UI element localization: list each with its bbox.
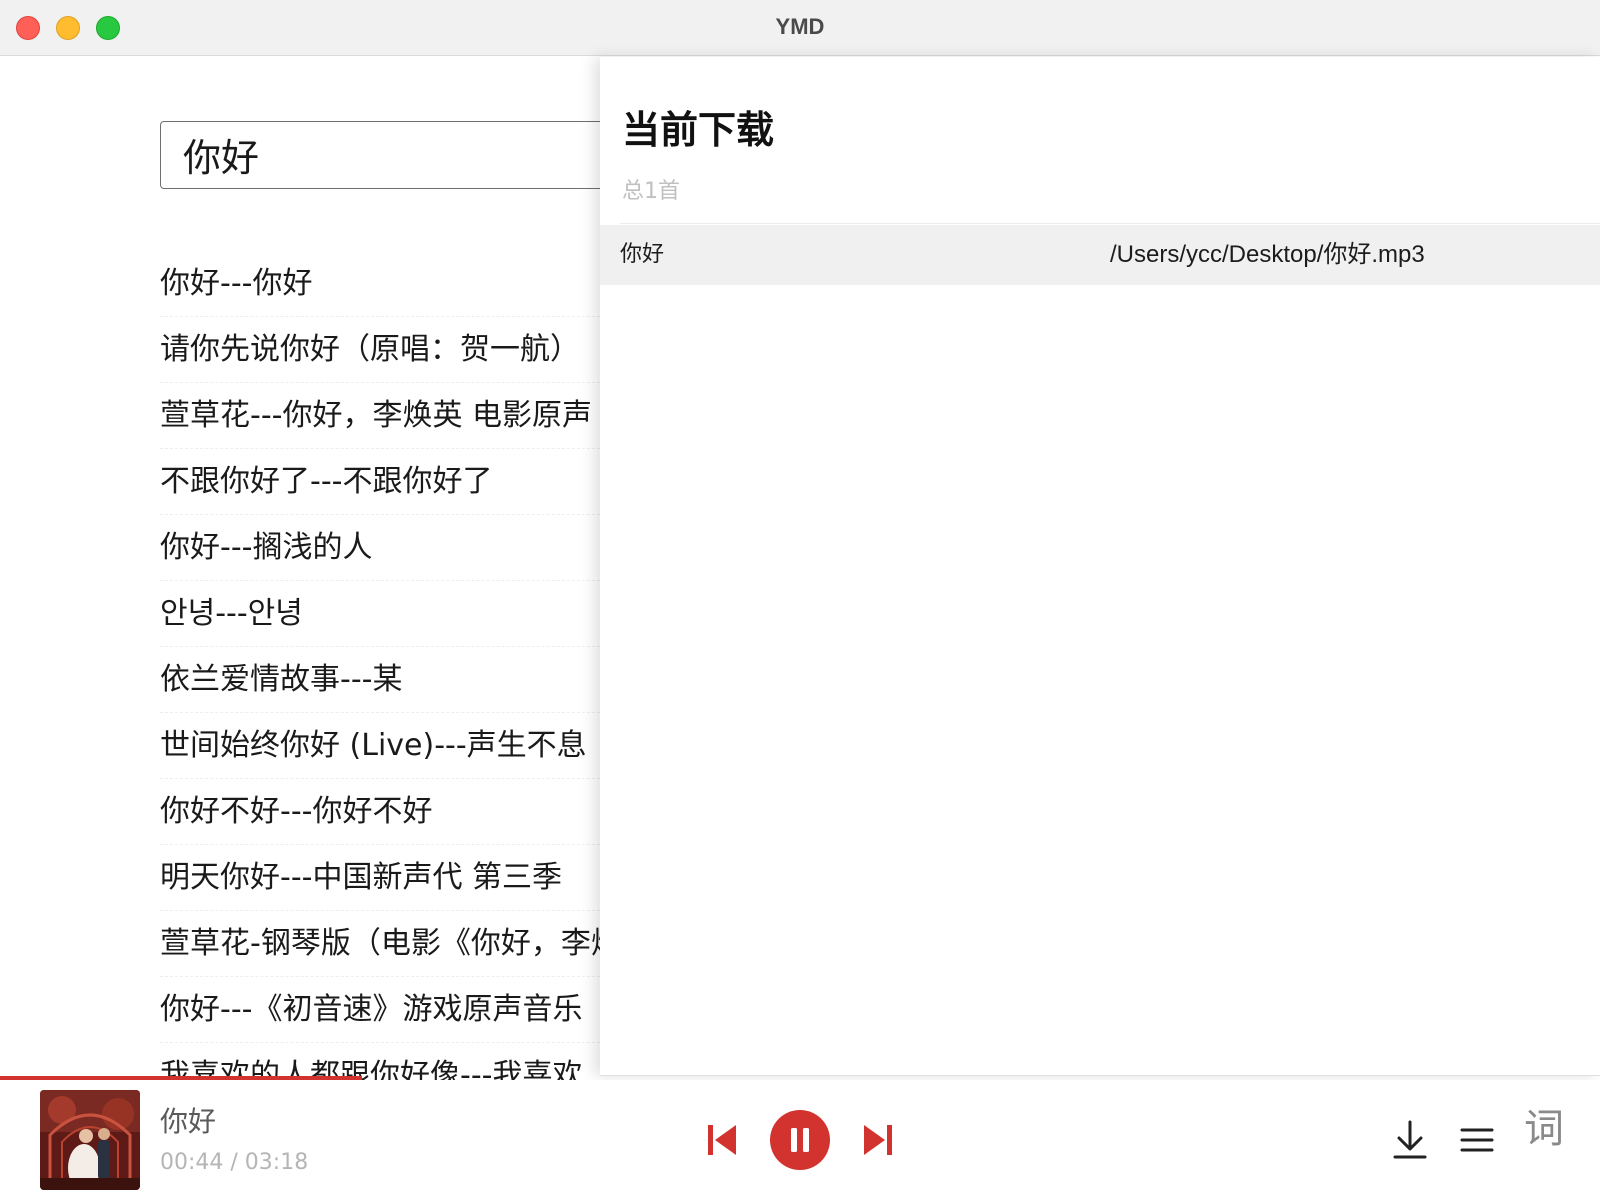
download-item-path: /Users/ycc/Desktop/你好.mp3 [1110,241,1425,268]
search-result-item[interactable]: 你好不好---你好不好 [160,779,620,845]
search-result-item[interactable]: 你好---《初音速》游戏原声音乐 [160,977,620,1043]
playlist-button[interactable] [1460,1126,1494,1154]
download-icon [1393,1120,1427,1159]
download-item-name: 你好 [620,242,665,267]
download-panel-title: 当前下载 [622,108,775,152]
window-title: YMD [775,14,825,39]
title-bar: YMD [0,0,1600,56]
search-result-item[interactable]: 萱草花-钢琴版（电影《你好，李焕英》） [160,911,620,977]
lyrics-button[interactable]: 词 [1520,1104,1568,1154]
search-result-item[interactable]: 萱草花---你好，李焕英 电影原声 [160,383,620,449]
search-result-item[interactable]: 不跟你好了---不跟你好了 [160,449,620,515]
divider [620,223,1600,224]
app-window: YMD 你好---你好请你先说你好（原唱：贺一航）萱草花---你好，李焕英 电影… [0,0,1600,1200]
search-result-item[interactable]: 明天你好---中国新声代 第三季 [160,845,620,911]
search-result-item[interactable]: 안녕---안녕 [160,581,620,647]
download-panel: 当前下载 总1首 你好 /Users/ycc/Desktop/你好.mp3 [600,57,1600,1076]
playlist-icon [1460,1128,1494,1152]
download-item[interactable]: 你好 /Users/ycc/Desktop/你好.mp3 [600,225,1600,285]
next-track-button[interactable] [862,1122,894,1158]
album-art-image[interactable] [40,1090,140,1190]
skip-next-icon [864,1125,892,1155]
download-button[interactable] [1392,1120,1428,1160]
now-playing-time: 00:44 / 03:18 [160,1150,309,1175]
search-result-item[interactable]: 依兰爱情故事---某 [160,647,620,713]
player-bar: 你好 00:44 / 03:18 词 [0,1080,1600,1200]
skip-previous-icon [708,1125,736,1155]
search-result-item[interactable]: 请你先说你好（原唱：贺一航） [160,317,620,383]
search-result-item[interactable]: 世间始终你好 (Live)---声生不息 [160,713,620,779]
previous-track-button[interactable] [706,1122,738,1158]
search-result-item[interactable]: 你好---你好 [160,251,620,317]
search-result-item[interactable]: 你好---搁浅的人 [160,515,620,581]
download-count: 总1首 [622,179,680,204]
play-pause-button[interactable] [770,1110,830,1170]
now-playing-title: 你好 [160,1105,217,1138]
search-results-list: 你好---你好 请你先说你好（原唱：贺一航） 萱草花---你好，李焕英 电影原声 不跟… [160,251,620,1109]
pause-icon [770,1110,830,1170]
